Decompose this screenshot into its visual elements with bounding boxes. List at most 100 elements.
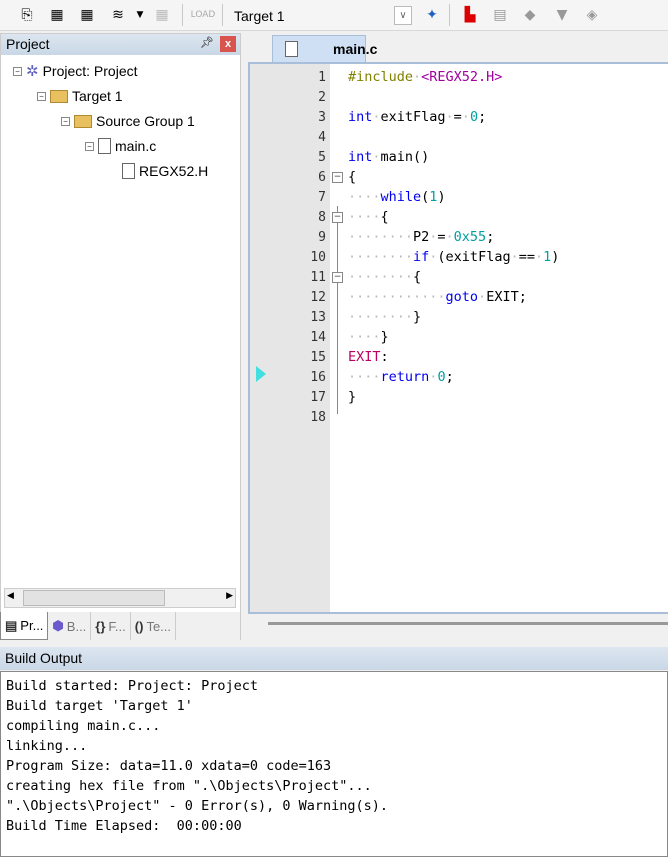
- line-number: 10: [310, 250, 326, 265]
- chevron-down-icon[interactable]: ∨: [394, 6, 412, 25]
- rebuild-icon[interactable]: ▦: [77, 5, 97, 25]
- output-line: Build started: Project: Project: [6, 678, 258, 694]
- output-line: ".\Objects\Project" - 0 Error(s), 0 Warn…: [6, 798, 389, 814]
- tab-functions[interactable]: {} F...: [91, 612, 131, 640]
- line-number: 16: [310, 370, 326, 385]
- tree-item-label: main.c: [115, 138, 157, 154]
- tab-project-tab[interactable]: ▤ Pr...: [0, 612, 49, 640]
- code-token: 0: [437, 369, 446, 385]
- collapse-icon[interactable]: −: [85, 141, 94, 151]
- code-line: int main(): [348, 147, 429, 167]
- chevron-down-icon[interactable]: ▼: [130, 5, 150, 25]
- code-token: exitFlag =: [372, 109, 470, 125]
- code-line: }: [348, 327, 389, 347]
- code-token: while: [380, 189, 422, 205]
- tab-label: F...: [108, 618, 126, 634]
- line-number: 4: [318, 130, 326, 145]
- tab-main-c[interactable]: main.c: [272, 35, 377, 62]
- translate-icon[interactable]: ⎘: [17, 5, 37, 25]
- close-icon[interactable]: x: [220, 36, 236, 52]
- download-icon[interactable]: LOAD: [191, 5, 216, 25]
- code-token: main(): [372, 149, 430, 165]
- tree-item[interactable]: − ✲ Project: Project: [13, 61, 138, 81]
- rte-icon[interactable]: ◈: [582, 5, 602, 25]
- code-token: P2 =: [348, 229, 454, 245]
- collapse-icon[interactable]: −: [61, 116, 70, 126]
- code-token: 1: [543, 249, 552, 265]
- batch-build-icon[interactable]: ≋: [108, 5, 128, 25]
- tree-item-label: REGX52.H: [139, 163, 209, 179]
- code-token: }: [348, 309, 422, 325]
- code-token: :: [380, 349, 389, 365]
- code-token: ;: [478, 109, 487, 125]
- build-output-text[interactable]: Build started: Project: Project Build tar…: [0, 671, 668, 857]
- tab-templates[interactable]: () Te...: [131, 612, 177, 640]
- target-options-icon[interactable]: ✦: [422, 5, 442, 25]
- collapse-icon[interactable]: −: [37, 91, 46, 101]
- code-token: goto: [445, 289, 479, 305]
- code-area[interactable]: 1 #include <REGX52.H> · 2 3 int exitFlag = …: [248, 62, 668, 614]
- folder-icon: [74, 114, 92, 128]
- code-token: (exitFlag ==: [429, 249, 544, 265]
- code-token: if: [413, 249, 430, 265]
- books-icon: ⬢: [52, 618, 64, 633]
- fold-icon[interactable]: −: [332, 272, 343, 283]
- folder-icon: [50, 89, 68, 103]
- select-packs-icon[interactable]: ▼: [552, 5, 572, 25]
- scroll-left-icon[interactable]: ◀: [7, 591, 14, 601]
- build-icon[interactable]: ▦: [47, 5, 67, 25]
- line-number: 11: [310, 270, 326, 285]
- line-number: 7: [318, 190, 326, 205]
- code-line: goto EXIT;: [348, 287, 527, 307]
- target-select[interactable]: Target 1 ∨: [228, 4, 414, 27]
- code-token: {: [348, 209, 389, 225]
- tab-books[interactable]: ⬢ B...: [48, 612, 92, 640]
- templates-icon: (): [134, 618, 144, 634]
- tree-item[interactable]: − Target 1: [37, 86, 123, 106]
- scroll-right-icon[interactable]: ▶: [226, 591, 233, 601]
- tree-item[interactable]: − main.c: [85, 136, 156, 156]
- panel-title: Build Output: [5, 650, 83, 666]
- pin-icon[interactable]: 📌︎: [200, 36, 214, 49]
- horizontal-scrollbar[interactable]: ◀ ▶: [4, 588, 236, 608]
- project-icon: ✲: [26, 63, 39, 80]
- code-line: {: [348, 167, 356, 187]
- toolbar: ⎘ ▦ ▦ ≋ ▼ ▦ LOAD Target 1 ∨ ✦ ▙ ▤ ◆ ▼ ◈: [0, 0, 668, 31]
- stop-build-icon[interactable]: ▦: [152, 5, 172, 25]
- fold-icon[interactable]: −: [332, 212, 343, 223]
- code-token: ;: [486, 229, 495, 245]
- code-token: ): [437, 189, 446, 205]
- editor-horizontal-scrollbar[interactable]: [268, 622, 668, 625]
- manage-components-icon[interactable]: ▙: [460, 5, 480, 25]
- line-number: 18: [310, 410, 326, 425]
- fold-icon[interactable]: −: [332, 172, 343, 183]
- tab-label: B...: [66, 618, 87, 634]
- file-icon: [122, 163, 135, 179]
- project-panel: Project 📌︎ x − ✲ Project: Project − Target 1…: [0, 33, 241, 640]
- code-line: {: [348, 207, 389, 227]
- editor: main.c 1 #include <REGX52.H> · 2 3 int exit…: [248, 33, 668, 640]
- code-line: }: [348, 307, 421, 327]
- pack-installer-icon[interactable]: ◆: [520, 5, 540, 25]
- line-number: 1: [318, 70, 326, 85]
- tree-item[interactable]: REGX52.H: [109, 161, 208, 181]
- code-line: EXIT:: [348, 347, 389, 367]
- tab-label: main.c: [333, 41, 378, 57]
- code-line: #include <REGX52.H>: [348, 67, 502, 87]
- multi-project-icon[interactable]: ▤: [490, 5, 510, 25]
- panel-title: Project: [6, 36, 50, 52]
- line-number: 5: [318, 150, 326, 165]
- tree-item-label: Project: Project: [42, 63, 138, 79]
- collapse-icon[interactable]: −: [13, 66, 22, 76]
- code-line: while(1): [348, 187, 446, 207]
- project-panel-header: Project 📌︎ x: [1, 34, 240, 55]
- output-line: Program Size: data=11.0 xdata=0 code=163: [6, 758, 332, 774]
- code-token: {: [348, 169, 357, 185]
- code-token: }: [348, 389, 357, 405]
- scrollbar-thumb[interactable]: [23, 590, 165, 606]
- tree-item[interactable]: − Source Group 1: [61, 111, 195, 131]
- code-line: int exitFlag = 0;: [348, 107, 486, 127]
